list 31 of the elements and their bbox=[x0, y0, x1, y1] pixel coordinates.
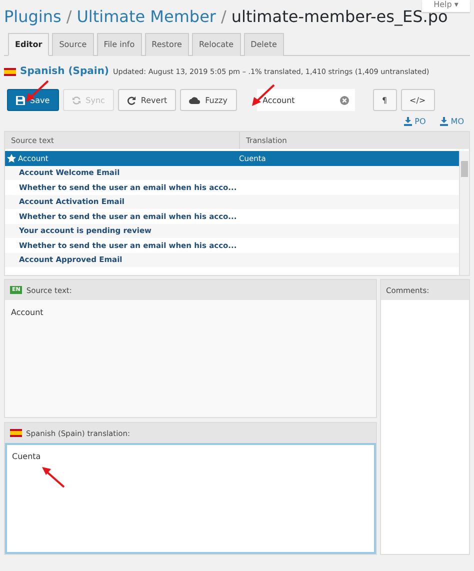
cloud-icon bbox=[189, 96, 200, 104]
search-field[interactable]: Account bbox=[256, 89, 354, 111]
format-button[interactable]: ¶ bbox=[372, 89, 396, 111]
tab[interactable]: Source bbox=[52, 33, 94, 56]
spain-flag-icon bbox=[10, 429, 22, 437]
sync-icon bbox=[72, 96, 81, 104]
breadcrumb-link[interactable]: Ultimate Member bbox=[76, 6, 216, 28]
scrollbar[interactable] bbox=[459, 151, 469, 275]
tab[interactable]: Restore bbox=[144, 33, 189, 56]
download-link[interactable]: PO bbox=[404, 117, 426, 126]
breadcrumb-separator: / bbox=[220, 6, 226, 28]
translation-field[interactable]: Cuenta bbox=[5, 443, 376, 554]
circular-arrow-icon bbox=[126, 96, 136, 104]
breadcrumb-separator: / bbox=[66, 6, 72, 28]
tab[interactable]: File info bbox=[96, 33, 142, 56]
help-tab[interactable]: Help ▾ bbox=[422, 0, 470, 12]
format-button[interactable]: </> bbox=[400, 89, 435, 111]
tab[interactable]: Editor bbox=[8, 33, 50, 56]
annotation-arrow bbox=[40, 466, 66, 488]
spain-flag-icon bbox=[4, 68, 16, 76]
star-icon bbox=[7, 154, 16, 163]
clear-icon[interactable] bbox=[340, 96, 348, 105]
locale-link[interactable]: Spanish (Spain) bbox=[20, 66, 110, 77]
source-text: Account bbox=[11, 308, 44, 317]
tab[interactable]: Delete bbox=[244, 33, 284, 56]
tab[interactable]: Relocate bbox=[192, 33, 241, 56]
annotation-arrow bbox=[24, 80, 50, 104]
breadcrumb-link[interactable]: Plugins bbox=[4, 6, 62, 28]
download-link[interactable]: MO bbox=[440, 117, 464, 126]
toolbar-button[interactable]: Revert bbox=[118, 89, 176, 111]
toolbar-button[interactable]: Fuzzy bbox=[180, 89, 236, 111]
